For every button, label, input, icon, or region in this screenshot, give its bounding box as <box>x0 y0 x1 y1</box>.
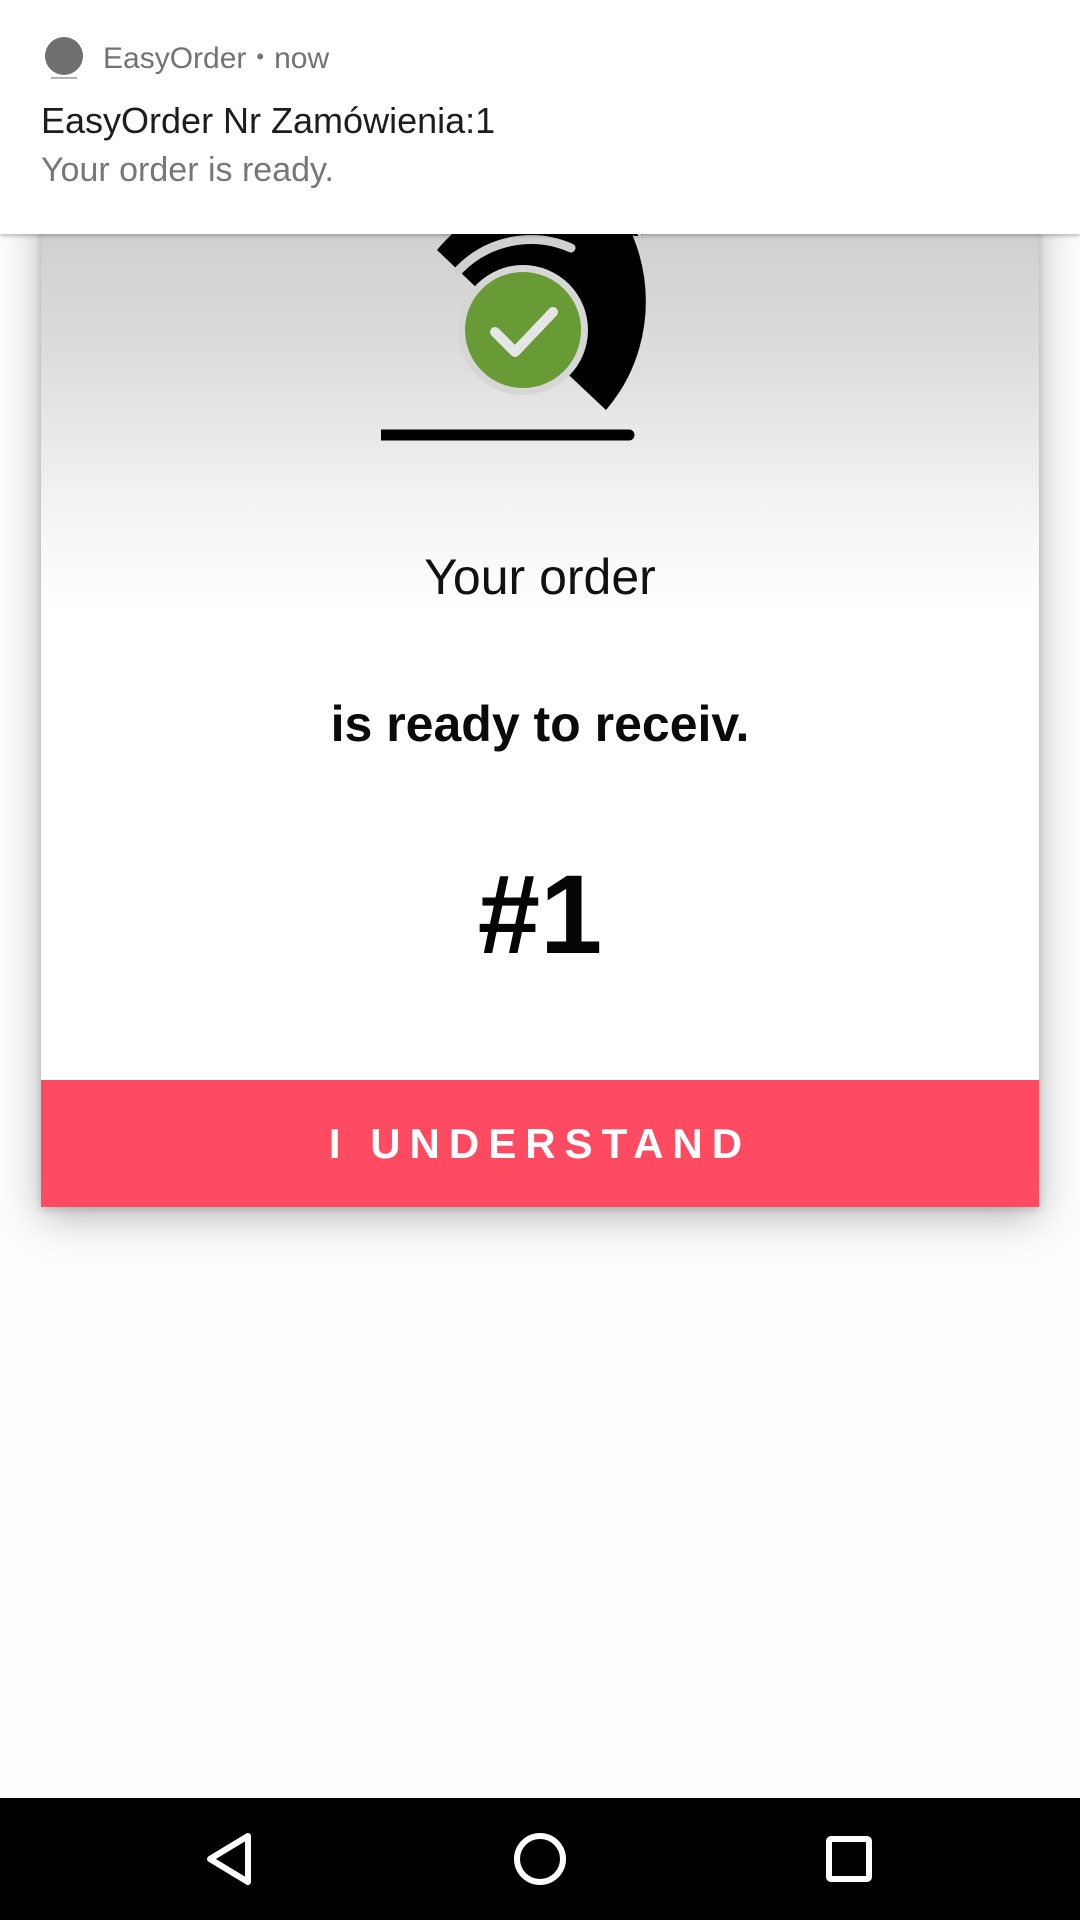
order-message-line1: Your order <box>424 549 656 605</box>
order-ready-card: Your order is ready to receiv. #1 I UNDE… <box>41 150 1039 1207</box>
notification-title: EasyOrder Nr Zamówienia:1 <box>41 100 496 141</box>
notification-app-name: EasyOrder <box>103 42 247 75</box>
recents-button[interactable] <box>814 1824 884 1894</box>
home-button[interactable] <box>505 1824 575 1894</box>
order-ready-bell-check-icon <box>381 210 650 441</box>
order-number: #1 <box>477 852 603 977</box>
recents-icon <box>826 1836 872 1882</box>
home-icon <box>514 1833 566 1885</box>
screen: Your order is ready to receiv. #1 I UNDE… <box>0 0 1080 1920</box>
back-button[interactable] <box>196 1824 266 1894</box>
notification-header: EasyOrder • now <box>103 42 329 76</box>
back-icon <box>207 1833 251 1885</box>
navigation-bar <box>0 1798 1080 1920</box>
notification-separator: • <box>256 44 265 69</box>
order-message-line2: is ready to receiv. <box>330 696 750 752</box>
notification[interactable]: EasyOrder • now EasyOrder Nr Zamówienia:1 … <box>0 0 1080 234</box>
understand-button[interactable]: I UNDERSTAND <box>41 1080 1039 1207</box>
notification-text: Your order is ready. <box>41 151 334 189</box>
notification-time: now <box>274 42 330 75</box>
app-logo-icon <box>45 37 83 79</box>
